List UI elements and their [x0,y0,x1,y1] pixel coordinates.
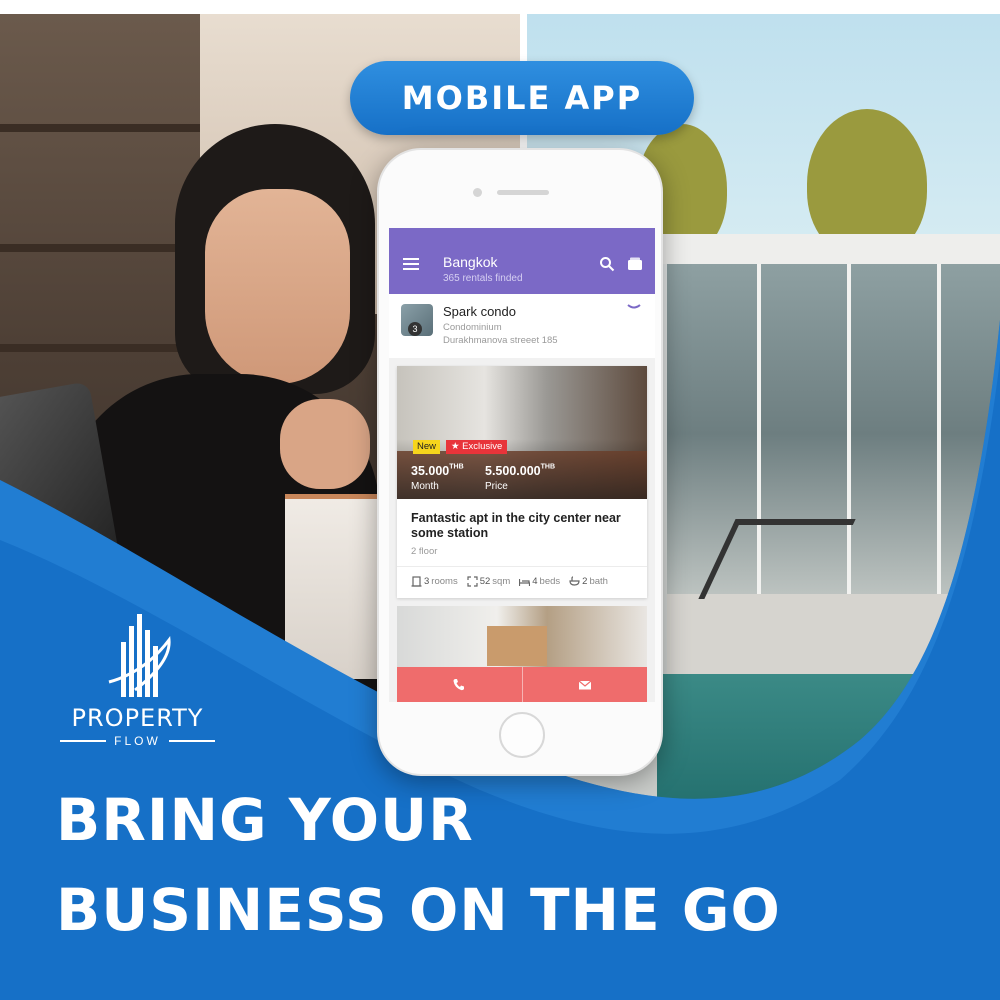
sale-price: 5.500.000THB Price [485,462,555,492]
condo-type: Condominium [443,322,502,333]
headline-line-2: BUSINESS ON THE GO [56,876,781,944]
brand-sub: FLOW [50,734,225,748]
new-tag: New [413,440,441,454]
brand-name: PROPERTY [71,704,204,732]
feature-label: beds [539,576,561,587]
app-bar: Bangkok 365 rentals finded [389,228,655,294]
rent-value: 35.000 [411,464,450,478]
listing-header[interactable]: 3 Spark condo Condominium Durakhmanova s… [389,294,655,358]
phone-camera [473,188,482,197]
price-value: 5.500.000 [485,464,541,478]
home-button[interactable] [499,712,545,758]
feature-rooms: 3 rooms [411,576,458,587]
rent-unit: THB [449,463,464,471]
price-unit: THB [540,463,555,471]
building-skyline-icon [108,614,171,697]
listing-features: 3 rooms 52 sqm 4 beds 2 bath [411,576,647,587]
property-flow-logo: PROPERTY FLOW [50,612,225,748]
city-title: Bangkok [443,254,498,270]
headline-line-1: BRING YOUR [56,786,474,854]
card-divider [397,566,647,567]
phone-icon [453,678,465,690]
listing-card-2[interactable] [397,606,647,702]
brand-sub-text: FLOW [114,734,161,748]
bath-icon [569,576,580,586]
feature-label: rooms [431,576,458,587]
area-icon [467,576,478,587]
phone-mockup: Bangkok 365 rentals finded 3 Spark condo… [377,148,663,776]
phone-speaker [497,190,549,195]
rentals-count: 365 rentals finded [443,273,523,284]
condo-address: Durakhmanova streeet 185 [443,335,558,346]
rent-label: Month [411,481,439,492]
feature-value: 3 [424,576,430,587]
feature-label: sqm [492,576,511,587]
search-icon[interactable] [599,256,615,272]
price-label: Price [485,481,508,492]
feature-value: 2 [582,576,588,587]
feature-beds: 4 beds [519,576,560,587]
feature-area: 52 sqm [467,576,511,587]
listing-title: Fantastic apt in the city center near so… [411,511,621,540]
app-screen: Bangkok 365 rentals finded 3 Spark condo… [389,228,655,702]
menu-icon[interactable] [403,258,419,270]
chevron-down-icon[interactable] [627,304,641,312]
promo-banner: MOBILE APP Bangkok 365 rentals finded 3 … [0,0,1000,1000]
mobile-app-pill: MOBILE APP [350,61,694,135]
exclusive-tag: ★ Exclusive [446,440,508,454]
contact-actions [397,667,647,702]
door-icon [411,576,422,587]
listing-floor: 2 floor [411,546,438,557]
count-badge: 3 [408,322,422,336]
call-button[interactable] [397,667,522,702]
feature-bath: 2 bath [569,576,608,587]
mail-icon [578,680,592,689]
rent-price: 35.000THB Month [411,462,464,492]
bed-icon [519,579,531,586]
feature-value: 4 [532,576,538,587]
condo-name: Spark condo [443,304,516,319]
email-button[interactable] [521,667,647,702]
listing-card[interactable]: New ★ Exclusive 35.000THB Month 5.500.00… [397,366,647,598]
wallet-icon[interactable] [627,257,643,271]
listing-photo-2 [487,626,547,666]
feature-value: 52 [479,576,491,587]
feature-label: bath [589,576,608,587]
